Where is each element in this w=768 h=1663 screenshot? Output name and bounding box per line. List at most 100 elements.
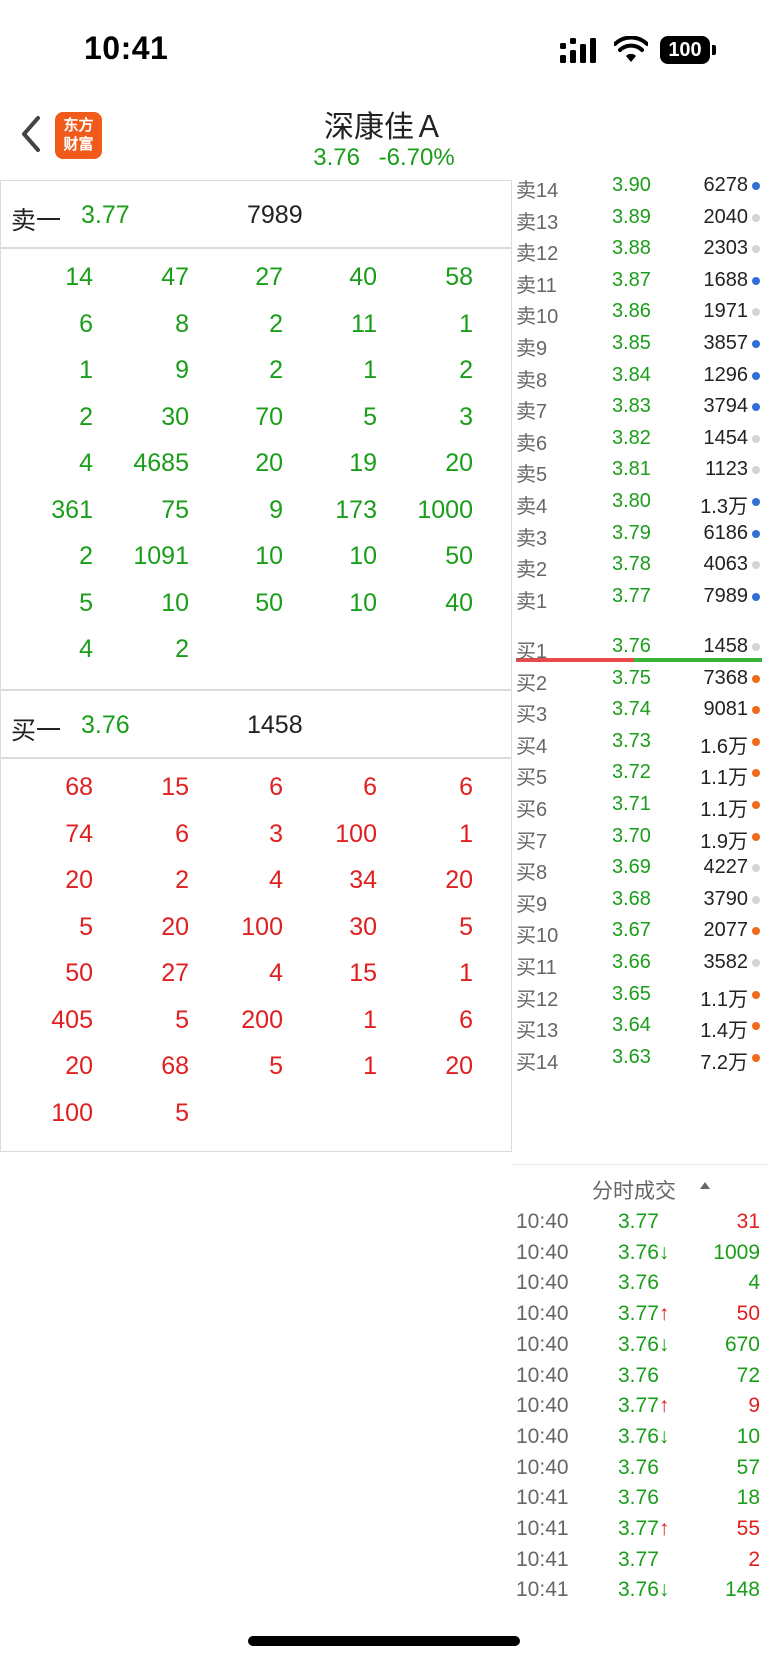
- order-marker-dot-icon: [752, 927, 760, 936]
- ask-label: 卖4: [516, 496, 548, 518]
- bid-row[interactable]: 买10 3.67 2077: [512, 914, 768, 947]
- bid-volume: 1.1万: [700, 988, 748, 1011]
- order-marker-dot-icon: [752, 769, 760, 778]
- ask-volume: 6186: [703, 521, 749, 544]
- queue-cell: 10: [255, 542, 283, 570]
- bid-row[interactable]: 买11 3.66 3582: [512, 946, 768, 979]
- trades-header[interactable]: 分时成交: [512, 1164, 768, 1204]
- bid-volume: 3790: [703, 887, 749, 910]
- bid-row[interactable]: 买8 3.69 4227: [512, 851, 768, 884]
- queue-cell: 4: [269, 959, 283, 987]
- stock-header: 东方 财富 深康佳Ａ 3.76 -6.70%: [0, 90, 768, 180]
- ask-volume: 1.3万: [700, 496, 748, 518]
- arrow-down-icon: ↓: [658, 1332, 670, 1356]
- bid-row[interactable]: 买2 3.75 7368: [512, 662, 768, 695]
- bid-volume: 1.9万: [700, 830, 748, 853]
- ask-row[interactable]: 卖13 3.89 2040: [512, 201, 768, 234]
- trade-price: 3.76: [618, 1363, 659, 1387]
- trade-row: 10:40 3.76↓ 670: [512, 1329, 768, 1360]
- trade-price: 3.76: [618, 1455, 659, 1479]
- bid-label: 买1: [516, 641, 548, 663]
- trade-row: 10:41 3.77↑ 55: [512, 1513, 768, 1544]
- order-marker-dot-icon: [752, 403, 760, 412]
- bid-price: 3.73: [612, 729, 651, 752]
- ask-row[interactable]: 卖5 3.81 1123: [512, 453, 768, 486]
- trade-price: 3.76: [618, 1271, 659, 1295]
- order-marker-dot-icon: [752, 434, 760, 443]
- bid-price: 3.70: [612, 824, 651, 847]
- trade-time: 10:41: [516, 1547, 569, 1571]
- ask-row[interactable]: 卖8 3.84 1296: [512, 359, 768, 392]
- ask-row[interactable]: 卖12 3.88 2303: [512, 232, 768, 265]
- bid-row[interactable]: 买9 3.68 3790: [512, 883, 768, 916]
- bid-row[interactable]: 买6 3.71 1.1万: [512, 788, 768, 821]
- queue-cell: 40: [445, 588, 473, 617]
- bid-volume: 1.1万: [700, 767, 748, 790]
- ask-row[interactable]: 卖7 3.83 3794: [512, 390, 768, 423]
- bid-row[interactable]: 买3 3.74 9081: [512, 693, 768, 726]
- queue-cell: 1: [459, 309, 473, 338]
- ask-row[interactable]: 卖6 3.82 1454: [512, 422, 768, 455]
- queue-cell: 2: [175, 866, 189, 894]
- bid-label: 买12: [516, 988, 559, 1011]
- order-marker-dot-icon: [752, 674, 760, 683]
- trade-price: 3.76↓: [618, 1578, 670, 1602]
- trade-price: 3.77↑: [618, 1302, 670, 1326]
- ask-price: 3.84: [612, 363, 651, 386]
- bid-row[interactable]: 买13 3.64 1.4万: [512, 1009, 768, 1042]
- arrow-up-icon: ↑: [658, 1517, 670, 1540]
- bid-label: 买5: [516, 767, 548, 790]
- ask-volume: 2303: [703, 237, 749, 260]
- ask-label: 卖13: [516, 211, 559, 234]
- bid-row[interactable]: 买5 3.72 1.1万: [512, 756, 768, 789]
- ask-row[interactable]: 卖11 3.87 1688: [512, 264, 768, 297]
- ask-price: 3.79: [612, 521, 651, 544]
- trade-price: 3.77↑: [618, 1517, 670, 1540]
- bid-row[interactable]: 买1 3.76 1458: [512, 630, 768, 663]
- queue-cell: 1: [459, 819, 473, 848]
- bid-row[interactable]: 买12 3.65 1.1万: [512, 978, 768, 1011]
- queue-cell: 1000: [417, 495, 473, 524]
- bid-label: 买7: [516, 830, 548, 853]
- ask-label: 卖6: [516, 432, 548, 455]
- queue-cell: 15: [161, 773, 189, 801]
- trade-price: 3.76↓: [618, 1332, 670, 1356]
- queue-cell: 20: [255, 449, 283, 477]
- ask-row[interactable]: 卖1 3.77 7989: [512, 580, 768, 613]
- bid-label: 买13: [516, 1020, 559, 1043]
- bid-volume: 1458: [703, 635, 749, 657]
- queue-cell: 5: [175, 1098, 189, 1127]
- sort-up-icon[interactable]: [700, 1182, 710, 1189]
- order-marker-dot-icon: [752, 340, 760, 348]
- ask-row[interactable]: 卖10 3.86 1971: [512, 295, 768, 328]
- ask-volume: 4063: [703, 553, 749, 576]
- sell-one-volume: 7989: [247, 201, 303, 229]
- ask-row[interactable]: 卖4 3.80 1.3万: [512, 485, 768, 518]
- queue-cell: 1091: [133, 542, 189, 570]
- ask-price: 3.77: [612, 584, 651, 607]
- ask-price: 3.88: [612, 237, 651, 260]
- bid-volume: 1.6万: [700, 735, 748, 758]
- trade-volume: 55: [736, 1517, 760, 1540]
- ask-price: 3.81: [612, 458, 651, 481]
- bid-price: 3.75: [612, 666, 651, 689]
- queue-cell: 47: [161, 263, 189, 291]
- trade-row: 10:40 3.76↓ 10: [512, 1421, 768, 1452]
- trade-price: 3.77↑: [618, 1394, 670, 1418]
- ask-row[interactable]: 卖14 3.90 6278: [512, 169, 768, 202]
- order-marker-dot-icon: [752, 213, 760, 222]
- ask-row[interactable]: 卖9 3.85 3857: [512, 327, 768, 360]
- bid-row[interactable]: 买7 3.70 1.9万: [512, 820, 768, 853]
- queue-cell: 2: [79, 402, 93, 431]
- ask-row[interactable]: 卖3 3.79 6186: [512, 517, 768, 550]
- order-marker-dot-icon: [752, 643, 760, 651]
- ask-row[interactable]: 卖2 3.78 4063: [512, 548, 768, 581]
- order-marker-dot-icon: [752, 561, 760, 570]
- queue-cell: 2: [269, 356, 283, 384]
- queue-cell: 6: [269, 773, 283, 801]
- trade-volume: 148: [724, 1578, 760, 1602]
- home-indicator[interactable]: [248, 1636, 520, 1646]
- bid-row[interactable]: 买4 3.73 1.6万: [512, 725, 768, 758]
- trade-row: 10:41 3.76 18: [512, 1482, 768, 1513]
- bid-row[interactable]: 买14 3.63 7.2万: [512, 1041, 768, 1074]
